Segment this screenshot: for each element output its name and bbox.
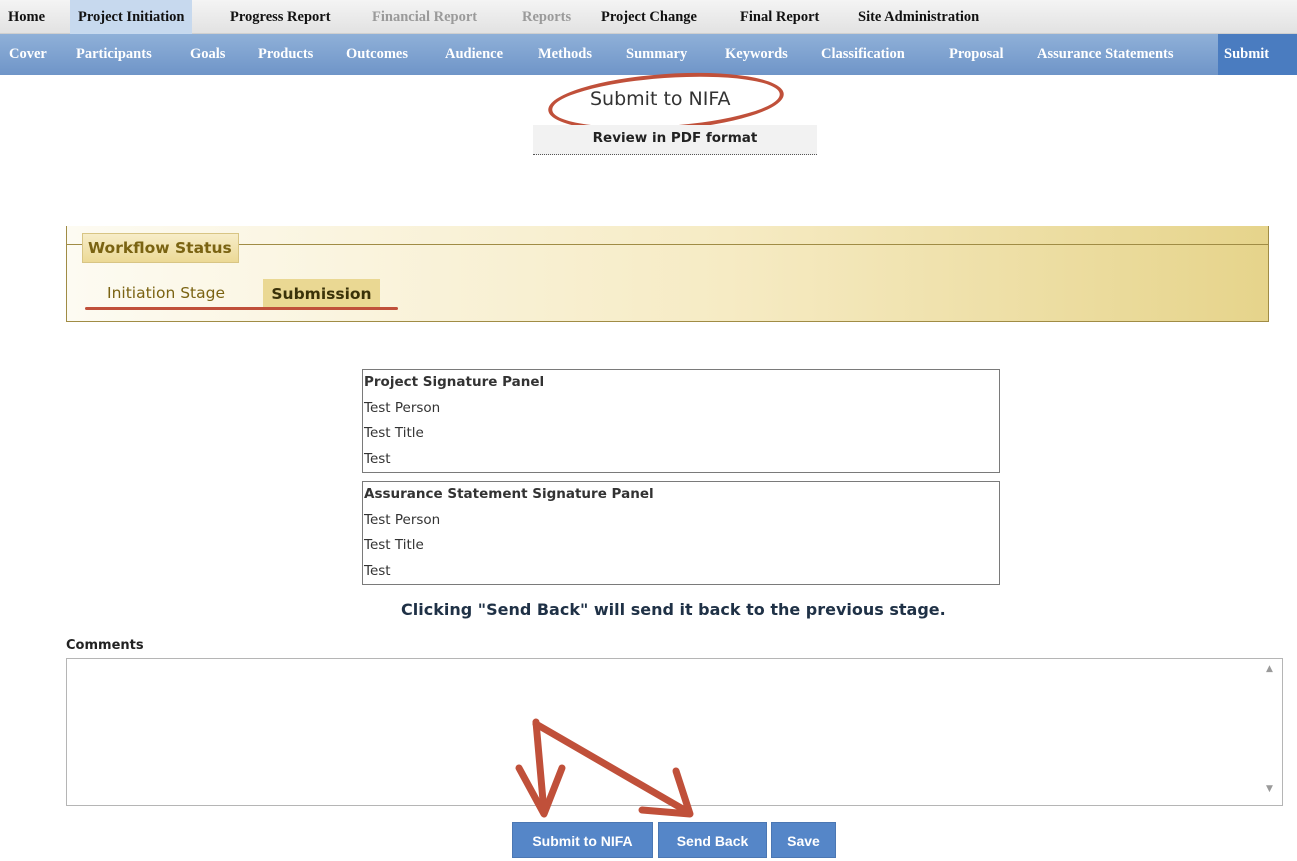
top-nav-progress-report[interactable]: Progress Report: [222, 0, 339, 34]
section-tab-keywords[interactable]: Keywords: [719, 34, 794, 75]
workflow-border: [66, 244, 82, 245]
top-nav-home[interactable]: Home: [0, 0, 53, 34]
panel-title: Project Signature Panel: [364, 374, 545, 390]
section-tab-cover[interactable]: Cover: [3, 34, 53, 75]
save-button[interactable]: Save: [771, 822, 836, 858]
section-tab-outcomes[interactable]: Outcomes: [340, 34, 414, 75]
top-nav: Home Project Initiation Progress Report …: [0, 0, 1297, 34]
annotation-underline: [85, 307, 398, 310]
comments-textarea[interactable]: [66, 658, 1283, 806]
section-tab-submit[interactable]: Submit: [1218, 34, 1297, 75]
project-signature-panel: Project Signature Panel Test Person Test…: [362, 369, 1000, 473]
signer-organization: Test: [364, 450, 391, 467]
top-nav-reports: Reports: [522, 9, 572, 25]
send-back-note: Clicking "Send Back" will send it back t…: [401, 600, 946, 619]
workflow-border: [1268, 244, 1269, 322]
section-tab-proposal[interactable]: Proposal: [943, 34, 1010, 75]
scroll-up-arrow-icon[interactable]: ▲: [1266, 664, 1273, 674]
section-tab-summary[interactable]: Summary: [620, 34, 693, 75]
top-nav-final-report[interactable]: Final Report: [732, 0, 827, 34]
review-pdf-link[interactable]: Review in PDF format: [533, 125, 817, 155]
panel-title: Assurance Statement Signature Panel: [364, 486, 654, 502]
section-tab-methods[interactable]: Methods: [532, 34, 598, 75]
signer-name: Test Person: [364, 399, 441, 416]
signer-title: Test Title: [364, 537, 424, 554]
section-tab-goals[interactable]: Goals: [184, 34, 231, 75]
top-nav-project-initiation[interactable]: Project Initiation: [70, 0, 193, 34]
section-tab-products[interactable]: Products: [252, 34, 319, 75]
top-nav-site-administration[interactable]: Site Administration: [850, 0, 987, 34]
workflow-border: [239, 244, 1269, 245]
section-nav: Cover Participants Goals Products Outcom…: [0, 34, 1297, 75]
submit-to-nifa-button[interactable]: Submit to NIFA: [512, 822, 653, 858]
top-nav-financial-report: Financial Report: [372, 9, 478, 25]
send-back-button[interactable]: Send Back: [658, 822, 767, 858]
section-tab-participants[interactable]: Participants: [70, 34, 158, 75]
section-tab-assurance-statements[interactable]: Assurance Statements: [1031, 34, 1180, 75]
section-tab-audience[interactable]: Audience: [439, 34, 509, 75]
section-tab-classification[interactable]: Classification: [815, 34, 911, 75]
workflow-status-legend: Workflow Status: [82, 233, 239, 263]
top-nav-project-change[interactable]: Project Change: [593, 0, 705, 34]
workflow-stage-submission: Submission: [263, 279, 380, 309]
workflow-stage-initiation: Initiation Stage: [107, 284, 225, 302]
scroll-down-arrow-icon[interactable]: ▼: [1266, 784, 1273, 794]
signer-organization: Test: [364, 562, 391, 579]
assurance-signature-panel: Assurance Statement Signature Panel Test…: [362, 481, 1000, 585]
signer-title: Test Title: [364, 425, 424, 442]
signer-name: Test Person: [364, 511, 441, 528]
comments-label: Comments: [66, 638, 144, 653]
workflow-border: [66, 244, 67, 322]
